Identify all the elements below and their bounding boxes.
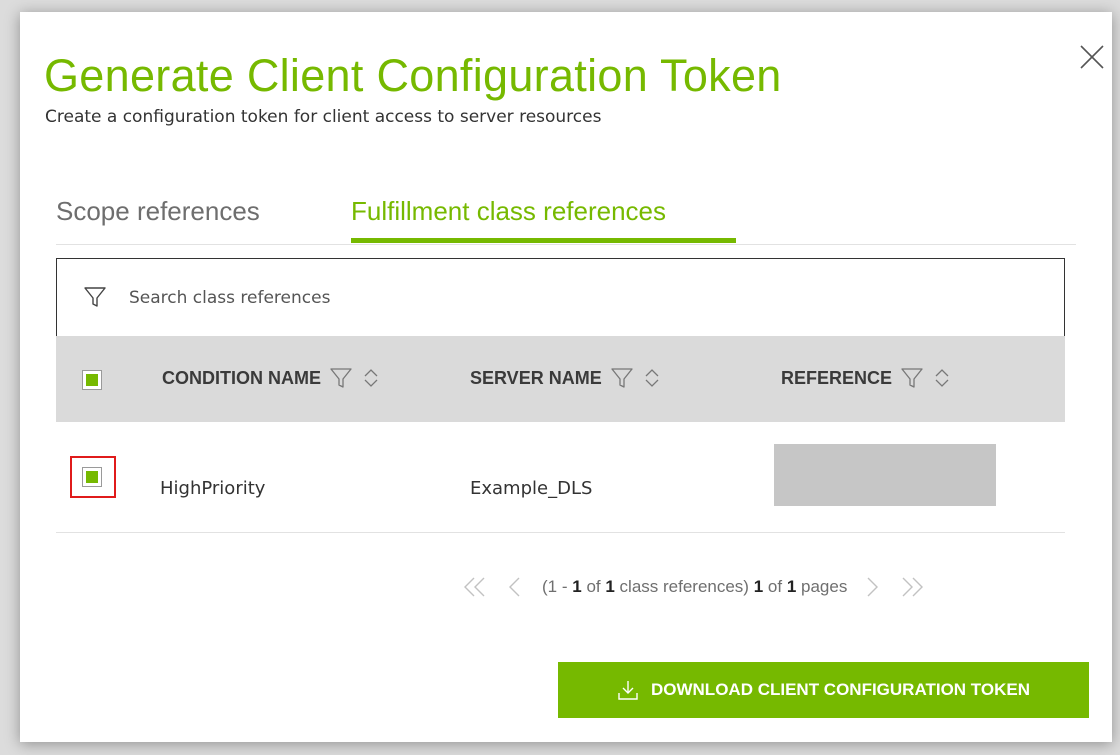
first-page-button[interactable] [460, 575, 490, 599]
pagination: (1 - 1 of 1 class references) 1 of 1 pag… [460, 572, 927, 602]
pager-text: pages [796, 577, 848, 596]
chevron-left-icon [509, 577, 520, 597]
search-input[interactable] [127, 283, 1031, 313]
server-name-cell: Example_DLS [470, 478, 593, 499]
checkbox-checked-mark [86, 471, 98, 483]
active-tab-indicator [351, 238, 736, 243]
pager-text: - [557, 577, 573, 596]
double-chevron-right-icon [902, 577, 924, 597]
previous-page-button[interactable] [506, 575, 524, 599]
column-header-condition-name[interactable]: CONDITION NAME [162, 366, 383, 390]
column-header-reference[interactable]: REFERENCE [781, 366, 954, 390]
tab-scope-references[interactable]: Scope references [56, 196, 260, 227]
filter-icon[interactable] [900, 366, 924, 390]
pager-total-pages: 1 [786, 577, 797, 596]
filter-icon [84, 287, 106, 307]
sort-icon[interactable] [640, 366, 664, 390]
column-label: CONDITION NAME [162, 367, 321, 388]
next-page-button[interactable] [863, 575, 881, 599]
pager-text: of [581, 577, 606, 596]
generate-token-dialog: Generate Client Configuration Token Crea… [20, 12, 1112, 742]
select-all-checkbox[interactable] [82, 370, 102, 390]
table-header: CONDITION NAME SERVER NAME REFERENCE [56, 336, 1065, 422]
column-label: REFERENCE [781, 367, 893, 388]
pager-total: 1 [605, 577, 615, 596]
row-checkbox[interactable] [82, 467, 102, 487]
sort-icon[interactable] [359, 366, 383, 390]
column-label: SERVER NAME [470, 367, 602, 388]
tab-bar: Scope references Fulfillment class refer… [56, 182, 1076, 245]
pager-current-page: 1 [753, 577, 764, 596]
dialog-title: Generate Client Configuration Token [44, 50, 782, 101]
last-page-button[interactable] [897, 575, 927, 599]
sort-icon[interactable] [930, 366, 954, 390]
search-box[interactable] [56, 258, 1065, 337]
close-icon [1080, 45, 1104, 69]
download-button-label: DOWNLOAD CLIENT CONFIGURATION TOKEN [650, 680, 1030, 699]
column-header-server-name[interactable]: SERVER NAME [470, 366, 664, 390]
pager-range-end: 1 [572, 577, 582, 596]
download-token-button[interactable]: DOWNLOAD CLIENT CONFIGURATION TOKEN [558, 662, 1089, 718]
pagination-summary: (1 - 1 of 1 class references) 1 of 1 pag… [542, 577, 847, 597]
pager-text: 1 [547, 577, 558, 596]
pager-text: class references) [614, 577, 749, 596]
download-icon [618, 681, 638, 700]
dialog-subtitle: Create a configuration token for client … [45, 107, 602, 127]
filter-icon[interactable] [329, 366, 353, 390]
double-chevron-left-icon [464, 577, 485, 597]
table-row[interactable]: HighPriority Example_DLS [56, 422, 1065, 533]
tab-fulfillment-class-references[interactable]: Fulfillment class references [351, 196, 666, 227]
condition-name-cell: HighPriority [160, 478, 266, 499]
checkbox-checked-mark [86, 374, 98, 386]
chevron-right-icon [867, 577, 879, 597]
filter-icon[interactable] [610, 366, 634, 390]
reference-cell-redacted [774, 444, 996, 506]
close-button[interactable] [1075, 40, 1109, 74]
pager-text: of [763, 577, 787, 596]
